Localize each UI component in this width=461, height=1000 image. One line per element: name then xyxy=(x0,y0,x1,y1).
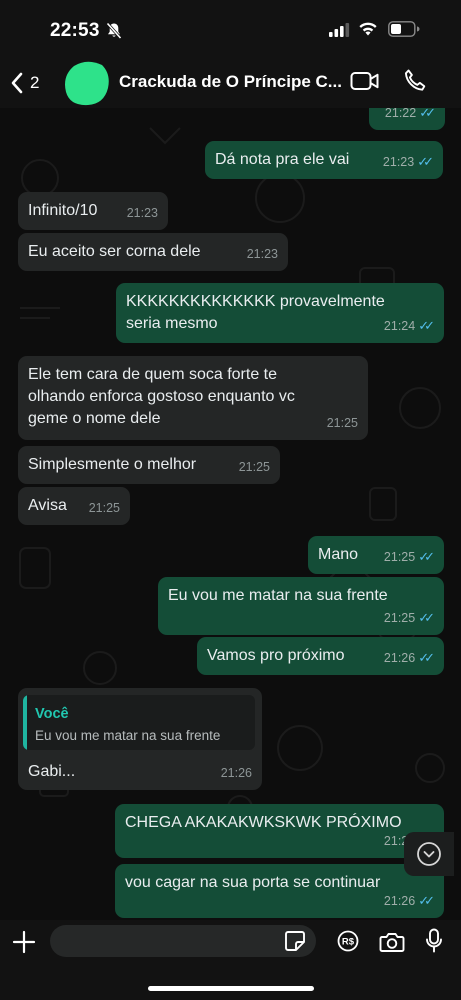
chevron-down-icon xyxy=(417,842,441,866)
message-bubble[interactable]: vou cagar na sua porta se continuar 21:2… xyxy=(115,864,444,918)
double-check-icon: ✓✓ xyxy=(418,650,435,665)
message-meta: 21:25 xyxy=(326,416,358,430)
message-bubble[interactable]: Infinito/10 21:23 xyxy=(18,192,168,230)
svg-text:R$: R$ xyxy=(342,937,355,948)
message-bubble[interactable]: Eu vou me matar na sua frente 21:25 ✓✓ xyxy=(158,577,444,635)
back-chevron-icon xyxy=(11,72,23,94)
message-bubble[interactable]: Ele tem cara de quem soca forte te olhan… xyxy=(18,356,368,440)
message-bubble[interactable]: Vamos pro próximo 21:26 ✓✓ xyxy=(197,637,444,675)
chat-header: 2 Crackuda de O Príncipe C... xyxy=(0,58,461,108)
bell-slash-icon xyxy=(106,22,122,40)
chat-area[interactable]: 21:22 ✓✓ Dá nota pra ele vai 21:23 ✓✓ Infi… xyxy=(0,108,461,920)
double-check-icon: ✓✓ xyxy=(418,610,435,625)
message-meta: 21:25 xyxy=(88,501,120,515)
double-check-icon: ✓✓ xyxy=(418,318,435,333)
message-meta: 21:26✓✓ xyxy=(384,890,435,912)
quote-author: Você xyxy=(35,706,69,722)
status-bar: 22:53 xyxy=(0,0,461,58)
message-bubble[interactable]: CHEGA AKAKAKWKSKWK PRÓXIMO 21:26✓✓ xyxy=(115,804,444,858)
quote-accent-bar xyxy=(23,695,27,750)
double-check-icon: ✓✓ xyxy=(418,893,435,908)
message-meta: 21:23 xyxy=(126,206,158,220)
double-check-icon: ✓✓ xyxy=(418,549,435,564)
message-bubble[interactable]: Avisa 21:25 xyxy=(18,487,130,525)
message-bubble[interactable]: KKKKKKKKKKKKKK provavelmente seria mesmo… xyxy=(116,283,444,343)
message-bubble[interactable]: Eu aceito ser corna dele 21:23 xyxy=(18,233,288,271)
sticker-icon[interactable] xyxy=(284,930,306,952)
quoted-message[interactable]: Você Eu vou me matar na sua frente xyxy=(23,695,255,750)
status-time: 22:53 xyxy=(50,20,100,41)
back-button[interactable]: 2 xyxy=(10,68,50,98)
scroll-to-bottom-button[interactable] xyxy=(404,832,454,876)
double-check-icon: ✓✓ xyxy=(417,154,434,169)
message-bubble-reply[interactable]: Você Eu vou me matar na sua frente Gabi.… xyxy=(18,688,262,790)
message-meta: 21:26 xyxy=(220,766,252,780)
message-meta: 21:23 xyxy=(246,247,278,261)
message-bubble[interactable]: Mano 21:25 ✓✓ xyxy=(308,536,444,574)
wifi-icon xyxy=(359,22,377,36)
microphone-icon[interactable] xyxy=(425,928,443,954)
unread-count: 2 xyxy=(30,73,40,92)
payment-icon[interactable]: R$ xyxy=(337,930,359,952)
home-indicator[interactable] xyxy=(148,986,314,991)
message-meta: 21:25 ✓✓ xyxy=(384,607,435,629)
chat-title[interactable]: Crackuda de O Príncipe C... xyxy=(119,72,344,92)
message-meta: 21:22 ✓✓ xyxy=(385,108,436,124)
video-call-icon[interactable] xyxy=(350,70,380,92)
message-meta: 21:24 ✓✓ xyxy=(384,315,435,337)
message-bubble[interactable]: Dá nota pra ele vai 21:23 ✓✓ xyxy=(205,141,443,179)
message-bubble[interactable]: 21:22 ✓✓ xyxy=(369,108,445,130)
voice-call-icon[interactable] xyxy=(402,68,428,94)
double-check-icon: ✓✓ xyxy=(419,108,436,120)
message-meta: 21:26✓✓ xyxy=(384,647,435,669)
message-meta: 21:25 xyxy=(238,460,270,474)
message-meta: 21:25 ✓✓ xyxy=(384,546,435,568)
signal-icon xyxy=(329,23,350,37)
message-input-bar: R$ xyxy=(0,920,461,1000)
camera-icon[interactable] xyxy=(379,931,405,953)
message-meta: 21:23 ✓✓ xyxy=(383,151,434,173)
avatar[interactable] xyxy=(64,60,110,106)
battery-icon xyxy=(388,21,420,37)
plus-icon[interactable] xyxy=(12,930,36,954)
quote-text: Eu vou me matar na sua frente xyxy=(35,728,221,743)
message-input[interactable] xyxy=(50,925,316,957)
message-bubble[interactable]: Simplesmente o melhor 21:25 xyxy=(18,446,280,484)
